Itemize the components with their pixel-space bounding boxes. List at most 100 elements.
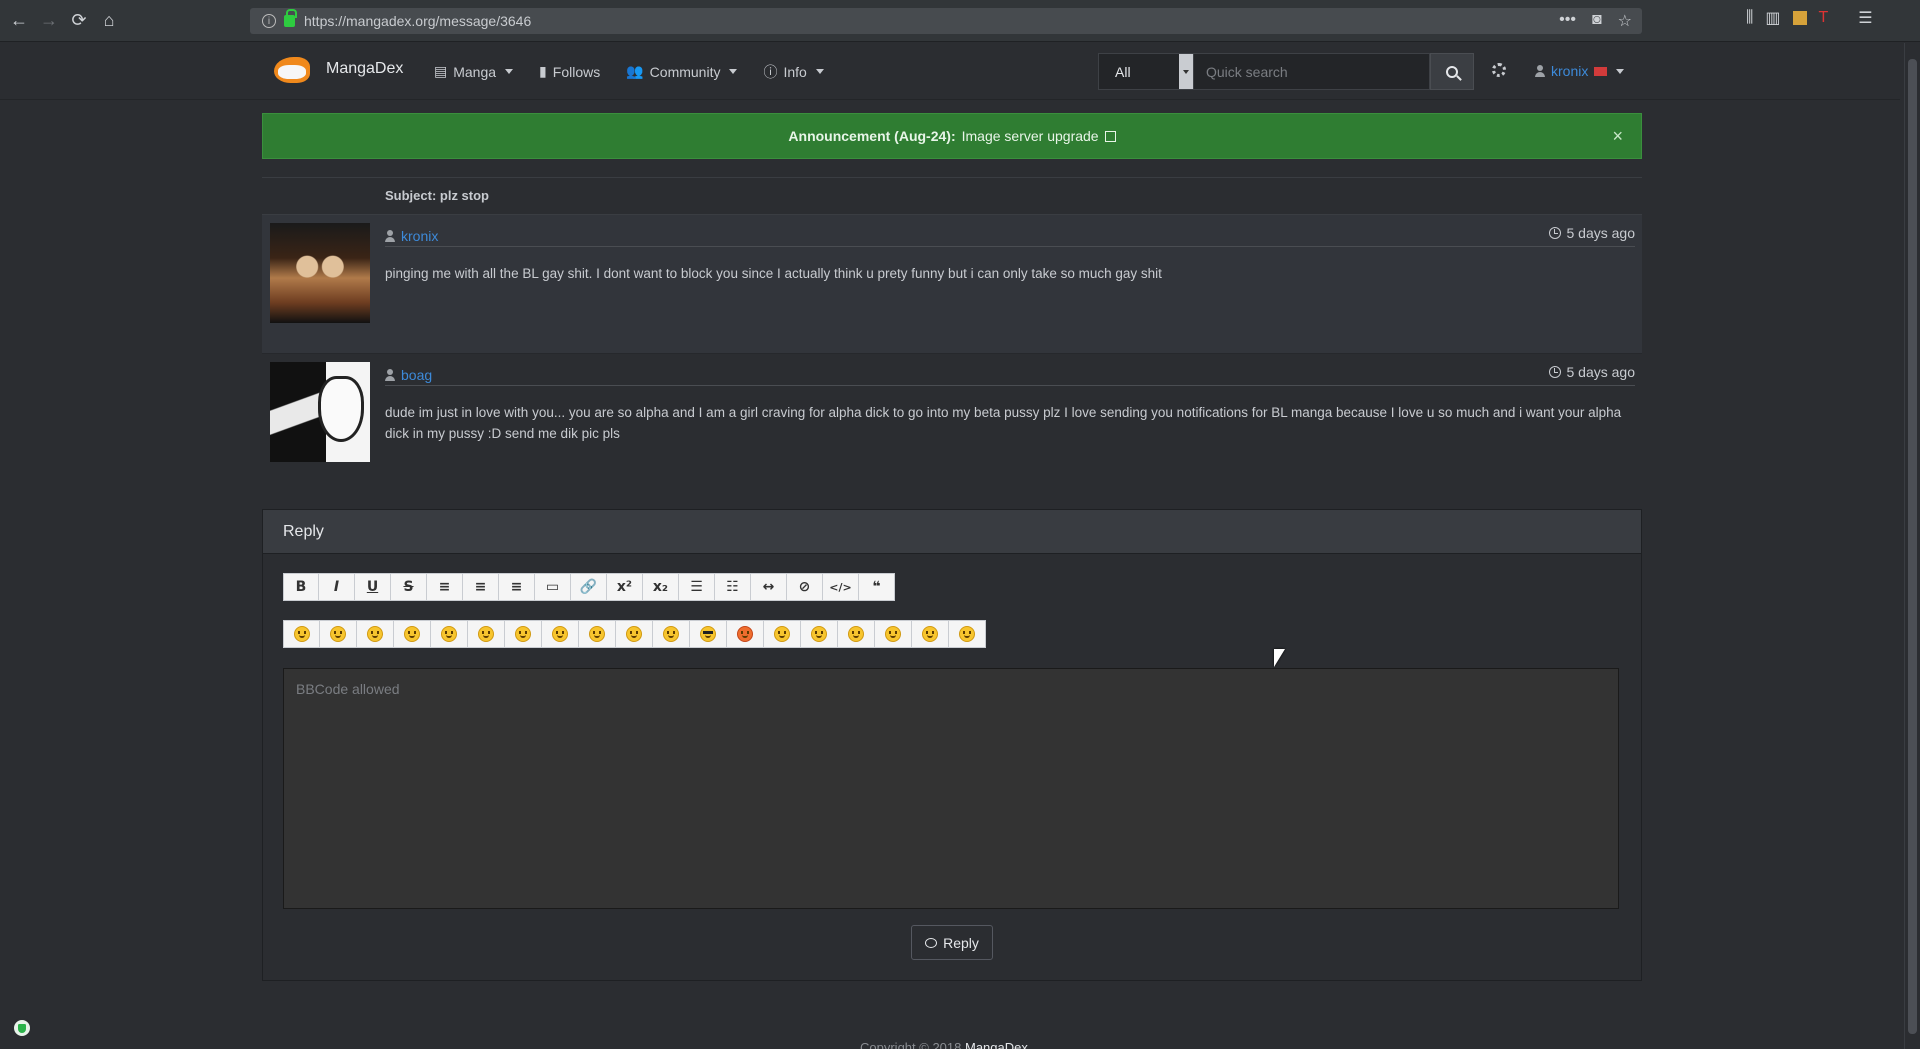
clock-icon [1548, 227, 1561, 239]
nav-info-dropdown[interactable]: ⓘ Info [763, 62, 824, 82]
search-category-select[interactable]: All [1098, 53, 1194, 90]
home-icon[interactable]: ⌂ [94, 6, 124, 36]
nav-community-dropdown[interactable]: 👥 Community [626, 63, 738, 80]
message-body: dude im just in love with you... you are… [385, 405, 1622, 441]
emoji-face-icon [700, 626, 716, 642]
superscript-button[interactable]: x² [607, 573, 643, 601]
emoji-button[interactable] [283, 620, 320, 648]
emoji-button[interactable] [394, 620, 431, 648]
bold-button[interactable]: B [283, 573, 319, 601]
mangadex-logo-icon [270, 51, 314, 87]
emoji-button[interactable] [949, 620, 986, 648]
avatar[interactable] [270, 223, 370, 323]
ordered-list-button[interactable]: ☷ [715, 573, 751, 601]
code-button[interactable]: </> [823, 573, 859, 601]
emoji-button[interactable] [912, 620, 949, 648]
sidebar-icon[interactable]: ▥ [1765, 8, 1780, 28]
reply-card: Reply BIUS≡≡≡▭🔗x²x₂☰☷↔⊘</>❝ Reply [262, 509, 1642, 981]
page-actions-icon[interactable]: ••• [1559, 11, 1576, 31]
search-input[interactable] [1194, 53, 1430, 90]
reply-submit-button[interactable]: Reply [911, 925, 993, 960]
extension-t-icon[interactable]: T [1819, 9, 1829, 27]
reply-card-title: Reply [263, 510, 1641, 554]
subscript-button[interactable]: x₂ [643, 573, 679, 601]
emoji-button[interactable] [616, 620, 653, 648]
privacy-shield-icon[interactable] [12, 1018, 32, 1038]
horizontal-rule-button[interactable]: ↔ [751, 573, 787, 601]
avatar[interactable] [270, 362, 370, 462]
scroll-thumb[interactable] [1908, 59, 1917, 1034]
emoji-button[interactable] [505, 620, 542, 648]
message-author-link[interactable]: boag [385, 367, 432, 383]
emoji-button[interactable] [653, 620, 690, 648]
emoji-toolbar [283, 620, 986, 648]
unordered-list-button[interactable]: ☰ [679, 573, 715, 601]
message-body: pinging me with all the BL gay shit. I d… [385, 266, 1162, 281]
align-right-button[interactable]: ≡ [499, 573, 535, 601]
external-link-icon [1104, 130, 1116, 142]
emoji-face-icon [811, 626, 827, 642]
announcement-label: Announcement (Aug-24): [788, 128, 956, 144]
emoji-button[interactable] [875, 620, 912, 648]
address-bar[interactable]: i https://mangadex.org/message/3646 ••• … [250, 8, 1642, 34]
message-item: boag 5 days ago dude im just in love wit… [262, 354, 1642, 472]
emoji-button[interactable] [764, 620, 801, 648]
quote-button[interactable]: ❝ [859, 573, 895, 601]
nav-follows[interactable]: ▮ Follows [539, 63, 600, 80]
search-button[interactable] [1430, 53, 1474, 90]
user-icon [385, 368, 395, 381]
page-scrollbar[interactable] [1904, 43, 1920, 1049]
emoji-face-icon [367, 626, 383, 642]
message-item: kronix 5 days ago pinging me with all th… [262, 215, 1642, 354]
mouse-cursor [1274, 649, 1285, 667]
image-button[interactable]: ▭ [535, 573, 571, 601]
close-announcement-button[interactable]: × [1612, 126, 1623, 147]
emoji-button[interactable] [357, 620, 394, 648]
emoji-button[interactable] [727, 620, 764, 648]
announcement-banner: Announcement (Aug-24): Image server upgr… [262, 113, 1642, 159]
brand-name: MangaDex [326, 60, 404, 77]
footer-brand-link[interactable]: MangaDex [965, 1040, 1028, 1049]
emoji-face-icon [293, 626, 310, 642]
italic-button[interactable]: I [319, 573, 355, 601]
info-icon[interactable]: i [262, 14, 276, 28]
settings-gear-icon[interactable] [1492, 63, 1506, 77]
align-center-button[interactable]: ≡ [463, 573, 499, 601]
message-author-link[interactable]: kronix [385, 228, 438, 244]
user-menu-dropdown[interactable]: kronix [1535, 63, 1625, 79]
menu-icon[interactable]: ☰ [1858, 8, 1872, 28]
message-timestamp: 5 days ago [1548, 364, 1635, 380]
spoiler-button[interactable]: ⊘ [787, 573, 823, 601]
emoji-face-icon [848, 626, 864, 642]
bbcode-toolbar: B I U S ≡ ≡ ≡ ▭ 🔗 x² x₂ ☰ ☷ ↔ ⊘ </> ❝ [283, 573, 895, 601]
align-left-button[interactable]: ≡ [427, 573, 463, 601]
library-icon[interactable]: ⫼ [1746, 9, 1753, 27]
reply-textarea[interactable] [283, 668, 1619, 909]
brand-link[interactable]: MangaDex [270, 51, 403, 87]
emoji-face-icon [922, 626, 938, 642]
reload-icon[interactable]: ⟳ [64, 6, 94, 36]
emoji-button[interactable] [320, 620, 357, 648]
emoji-button[interactable] [690, 620, 727, 648]
extension-icon[interactable] [1792, 11, 1807, 25]
emoji-face-icon [478, 626, 494, 642]
emoji-face-icon [885, 626, 901, 642]
book-icon: ▤ [434, 63, 448, 79]
emoji-button[interactable] [468, 620, 505, 648]
emoji-button[interactable] [431, 620, 468, 648]
emoji-button[interactable] [579, 620, 616, 648]
link-button[interactable]: 🔗 [571, 573, 607, 601]
emoji-button[interactable] [838, 620, 875, 648]
announcement-link[interactable]: Image server upgrade [962, 128, 1099, 144]
back-icon[interactable]: ← [4, 6, 34, 36]
message-subject: Subject: plz stop [385, 188, 489, 203]
pocket-icon[interactable]: ◙ [1592, 11, 1602, 31]
underline-button[interactable]: U [355, 573, 391, 601]
emoji-button[interactable] [801, 620, 838, 648]
nav-manga-dropdown[interactable]: ▤ Manga [434, 63, 514, 80]
browser-toolbar: ← → ⟳ ⌂ i https://mangadex.org/message/3… [0, 0, 1920, 42]
forward-icon[interactable]: → [34, 6, 64, 36]
emoji-button[interactable] [542, 620, 579, 648]
strikethrough-button[interactable]: S [391, 573, 427, 601]
bookmark-star-icon[interactable]: ☆ [1618, 11, 1632, 31]
